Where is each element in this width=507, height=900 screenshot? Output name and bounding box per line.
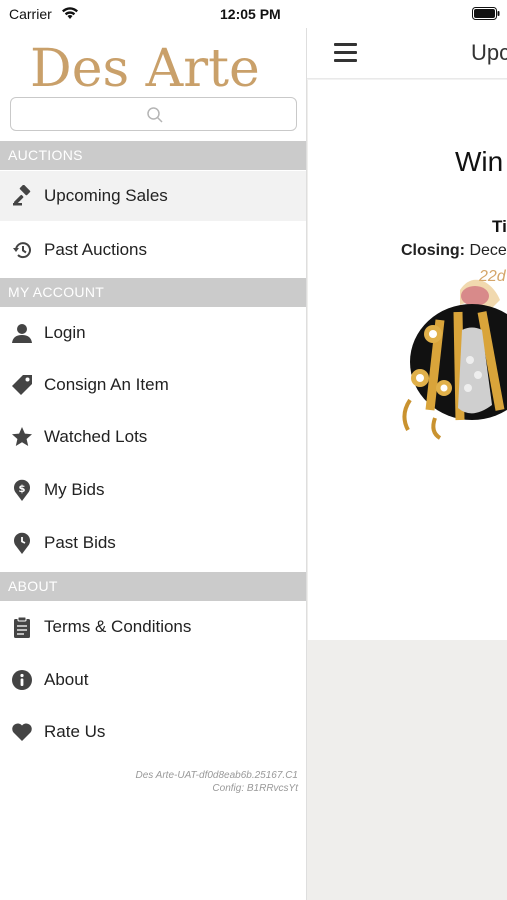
menu-item-label: Login: [44, 323, 86, 342]
menu-item-consign-an-item[interactable]: Consign An Item: [0, 360, 306, 410]
svg-text:$: $: [19, 484, 26, 495]
menu-item-label: Watched Lots: [44, 427, 148, 446]
auction-card[interactable]: Win Ti Closing: Dece 22d: [308, 80, 507, 640]
menu-item-rate-us[interactable]: Rate Us: [0, 707, 306, 757]
menu-item-my-bids[interactable]: $ My Bids: [0, 465, 306, 515]
status-bar: Carrier 12:05 PM: [0, 0, 507, 28]
menu-item-label: Terms & Conditions: [44, 617, 192, 636]
menu-item-label: Upcoming Sales: [44, 186, 168, 205]
history-icon: [10, 238, 34, 262]
menu-item-login[interactable]: Login: [0, 308, 306, 358]
auction-closing: Closing: Dece: [401, 242, 507, 260]
user-icon: [10, 321, 34, 345]
menu-item-terms-conditions[interactable]: Terms & Conditions: [0, 602, 306, 652]
menu-item-label: About: [44, 670, 89, 689]
logo-text: Des Arte: [30, 39, 260, 94]
version-info: Des Arte-UAT-df0d8eab6b.25167.C1 Config:…: [8, 769, 298, 795]
heart-icon: [10, 720, 34, 744]
auction-subtitle: Ti: [492, 217, 507, 236]
clock: 12:05 PM: [220, 6, 281, 22]
auction-title: Win: [455, 146, 504, 177]
dollar-pin-icon: $: [10, 478, 34, 502]
nav-title: Upc: [471, 40, 507, 65]
menu-item-about[interactable]: About: [0, 655, 306, 705]
star-icon: [10, 425, 34, 449]
wifi-icon: [62, 7, 78, 19]
gavel-icon: [10, 184, 34, 208]
des-arte-logo: Des Arte: [30, 39, 260, 94]
battery-icon: [472, 7, 500, 20]
menu-item-label: My Bids: [44, 480, 105, 499]
menu-item-label: Consign An Item: [44, 375, 169, 394]
clock-pin-icon: [10, 531, 34, 555]
menu-item-past-bids[interactable]: Past Bids: [0, 518, 306, 568]
lot-image-ladybug-brooch[interactable]: [400, 270, 507, 440]
side-drawer: Des Arte AUCTIONS Upcoming Sales Past Au…: [0, 28, 306, 900]
section-header-auctions: AUCTIONS: [0, 141, 306, 170]
version-build: Des Arte-UAT-df0d8eab6b.25167.C1: [135, 770, 298, 781]
clipboard-icon: [10, 615, 34, 639]
carrier-label: Carrier: [9, 6, 52, 22]
tag-icon: [10, 373, 34, 397]
info-icon: [10, 668, 34, 692]
main-content: Upc Win Ti Closing: Dece 22d: [306, 28, 507, 900]
menu-item-label: Past Auctions: [44, 240, 148, 259]
search-icon: [147, 107, 163, 123]
version-config: Config: B1RRvcsYt: [212, 783, 298, 794]
closing-value: Dece: [469, 242, 507, 259]
hamburger-menu-icon[interactable]: [334, 43, 358, 63]
menu-item-past-auctions[interactable]: Past Auctions: [0, 225, 306, 275]
navbar: Upc: [306, 28, 507, 78]
closing-label: Closing:: [401, 242, 465, 259]
section-header-about: ABOUT: [0, 572, 306, 601]
section-header-my-account: MY ACCOUNT: [0, 278, 306, 307]
menu-item-upcoming-sales[interactable]: Upcoming Sales: [0, 171, 306, 221]
menu-item-watched-lots[interactable]: Watched Lots: [0, 412, 306, 462]
menu-item-label: Rate Us: [44, 722, 106, 741]
menu-item-label: Past Bids: [44, 533, 116, 552]
search-input[interactable]: [10, 97, 297, 131]
